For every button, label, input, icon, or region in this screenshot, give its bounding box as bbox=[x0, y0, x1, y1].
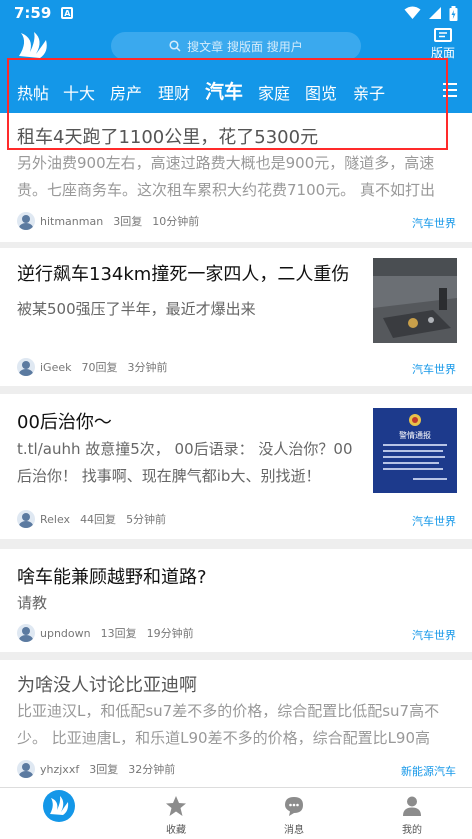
excerpt-line: 比亚迪汉L，和低配su7差不多的价格，综合配置比低配su7高不 bbox=[17, 702, 440, 720]
post-excerpt: 被某500强压了半年，最近才爆出来 bbox=[17, 296, 256, 323]
battery-icon bbox=[449, 5, 458, 21]
post-excerpt: t.tl/auhh 故意撞5次， 00后语录： 没人治你？00 后治你！ 找事啊… bbox=[17, 436, 353, 490]
post-meta: iGeek 70回复 3分钟前 bbox=[17, 358, 168, 376]
post-category[interactable]: 汽车世界 bbox=[412, 215, 456, 231]
status-time: 7:59 bbox=[14, 4, 52, 22]
post-category[interactable]: 汽车世界 bbox=[412, 361, 456, 377]
post-category[interactable]: 汽车世界 bbox=[412, 513, 456, 529]
post-replies: 3回复 bbox=[89, 763, 119, 776]
post-card[interactable]: 00后治你～ t.tl/auhh 故意撞5次， 00后语录： 没人治你？00 后… bbox=[0, 394, 472, 539]
post-title[interactable]: 啥车能兼顾越野和道路? bbox=[17, 563, 207, 589]
post-meta: hitmanman 3回复 10分钟前 bbox=[17, 212, 199, 230]
post-title[interactable]: 为啥没人讨论比亚迪啊 bbox=[17, 671, 197, 697]
post-excerpt: 另外油费900左右，高速过路费大概也是900元，隧道多，高速 贵。七座商务车。这… bbox=[17, 150, 435, 204]
nav-favorites-label: 收藏 bbox=[166, 825, 186, 836]
star-icon bbox=[166, 796, 186, 816]
post-replies: 13回复 bbox=[100, 627, 137, 640]
post-time: 3分钟前 bbox=[127, 361, 168, 374]
avatar[interactable] bbox=[17, 510, 35, 528]
excerpt-line: 少。 比亚迪唐L，和乐道L90差不多的价格，综合配置比L90高 bbox=[17, 729, 431, 747]
nav-messages[interactable]: 消息 bbox=[254, 792, 334, 836]
status-bar: 7:59 A bbox=[0, 0, 472, 26]
post-excerpt: 比亚迪汉L，和低配su7差不多的价格，综合配置比低配su7高不 少。 比亚迪唐L… bbox=[17, 698, 439, 752]
post-card[interactable]: 为啥没人讨论比亚迪啊 比亚迪汉L，和低配su7差不多的价格，综合配置比低配su7… bbox=[0, 660, 472, 787]
avatar[interactable] bbox=[17, 624, 35, 642]
post-time: 32分钟前 bbox=[128, 763, 176, 776]
excerpt-line: 被某500强压了半年，最近才爆出来 bbox=[17, 300, 256, 318]
post-meta: upndown 13回复 19分钟前 bbox=[17, 624, 194, 642]
status-icons bbox=[404, 5, 458, 21]
post-user[interactable]: iGeek bbox=[40, 361, 72, 374]
excerpt-line: 贵。七座商务车。这次租车累积大约花费7100元。 真不如打出 bbox=[17, 181, 435, 199]
excerpt-line: 请教 bbox=[17, 594, 48, 612]
post-excerpt: 请教 bbox=[17, 590, 47, 617]
search-placeholder: 搜文章 搜版面 搜用户 bbox=[187, 39, 303, 54]
post-user[interactable]: yhzjxxf bbox=[40, 763, 79, 776]
avatar[interactable] bbox=[17, 212, 35, 230]
notification-a-icon: A bbox=[61, 7, 74, 19]
post-replies: 3回复 bbox=[113, 215, 143, 228]
post-user[interactable]: upndown bbox=[40, 627, 91, 640]
post-meta: Relex 44回复 5分钟前 bbox=[17, 510, 166, 528]
board-icon bbox=[434, 28, 452, 42]
nav-home[interactable] bbox=[19, 790, 99, 822]
search-input[interactable]: 搜文章 搜版面 搜用户 bbox=[111, 32, 361, 60]
post-time: 10分钟前 bbox=[152, 215, 200, 228]
nav-messages-label: 消息 bbox=[284, 825, 304, 836]
post-replies: 70回复 bbox=[81, 361, 118, 374]
post-category[interactable]: 新能源汽车 bbox=[401, 763, 456, 779]
post-title[interactable]: 逆行飙车134km撞死一家四人，二人重伤 bbox=[17, 260, 349, 286]
bottom-nav: 收藏 消息 我的 bbox=[0, 787, 472, 839]
post-replies: 44回复 bbox=[80, 513, 117, 526]
post-category[interactable]: 汽车世界 bbox=[412, 627, 456, 643]
avatar[interactable] bbox=[17, 358, 35, 376]
post-time: 19分钟前 bbox=[146, 627, 194, 640]
post-card[interactable]: 逆行飙车134km撞死一家四人，二人重伤 被某500强压了半年，最近才爆出来 i… bbox=[0, 248, 472, 386]
highlight-box bbox=[7, 58, 448, 150]
excerpt-line: 后治你！ 找事啊、现在脾气都ib大、别找逝！ bbox=[17, 467, 321, 485]
avatar[interactable] bbox=[17, 760, 35, 778]
post-thumbnail[interactable] bbox=[373, 258, 457, 343]
excerpt-line: 另外油费900左右，高速过路费大概也是900元，隧道多，高速 bbox=[17, 154, 435, 172]
post-title[interactable]: 00后治你～ bbox=[17, 408, 112, 434]
cell-signal-icon bbox=[429, 7, 441, 19]
message-icon bbox=[285, 797, 303, 816]
post-thumbnail[interactable]: 警情通报 bbox=[373, 408, 457, 493]
thumb-caption: 警情通报 bbox=[399, 431, 431, 440]
post-time: 5分钟前 bbox=[126, 513, 167, 526]
app-logo-icon[interactable] bbox=[16, 30, 52, 60]
post-user[interactable]: hitmanman bbox=[40, 215, 103, 228]
user-icon bbox=[403, 796, 421, 816]
nav-favorites[interactable]: 收藏 bbox=[136, 792, 216, 836]
police-emblem-icon bbox=[383, 414, 447, 480]
home-logo-icon bbox=[43, 790, 75, 822]
nav-me-label: 我的 bbox=[402, 825, 422, 836]
post-meta: yhzjxxf 3回复 32分钟前 bbox=[17, 760, 175, 778]
search-icon bbox=[169, 40, 181, 52]
wifi-icon bbox=[404, 6, 421, 19]
nav-me[interactable]: 我的 bbox=[372, 792, 452, 836]
excerpt-line: t.tl/auhh 故意撞5次， 00后语录： 没人治你？00 bbox=[17, 440, 353, 458]
post-card[interactable]: 啥车能兼顾越野和道路? 请教 upndown 13回复 19分钟前 汽车世界 bbox=[0, 549, 472, 652]
post-user[interactable]: Relex bbox=[40, 513, 70, 526]
